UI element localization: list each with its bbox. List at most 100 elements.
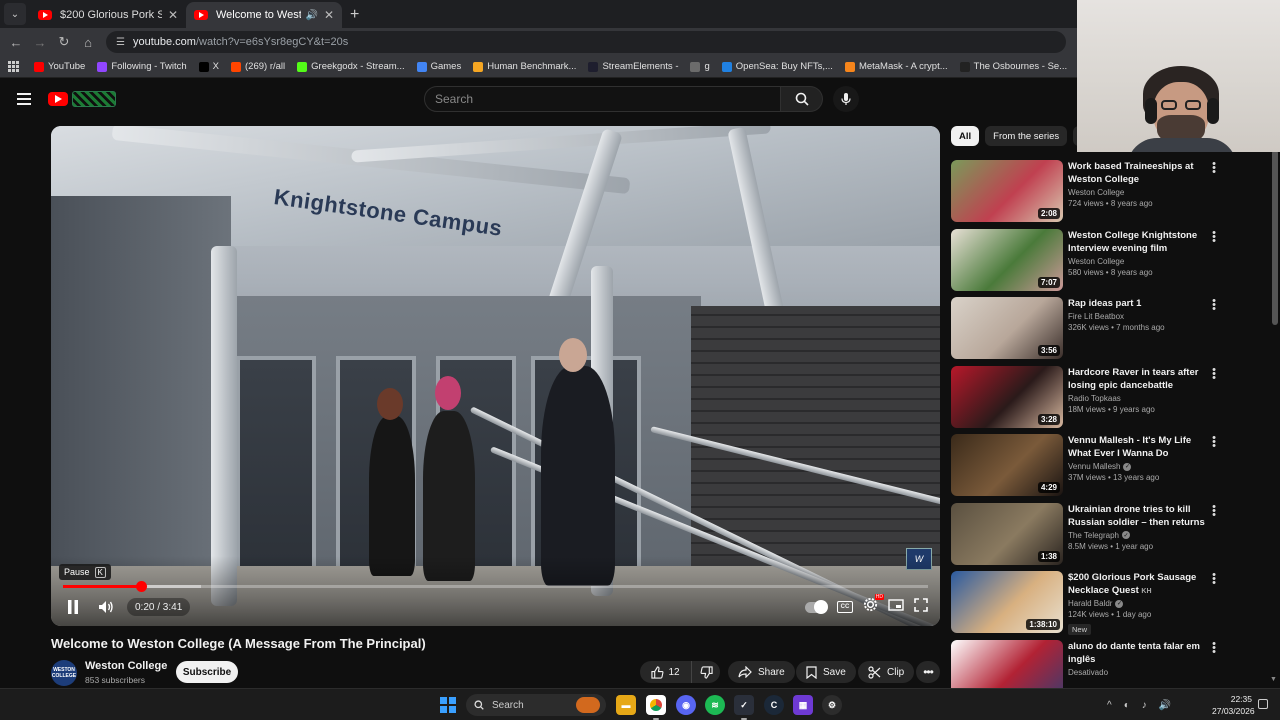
- recommendation-title[interactable]: Ukrainian drone tries to kill Russian so…: [1068, 503, 1208, 529]
- mute-button[interactable]: [95, 598, 117, 616]
- chip-from-the-series[interactable]: From the series: [985, 126, 1068, 146]
- apps-grid-icon[interactable]: [8, 60, 20, 73]
- voice-search-button[interactable]: [833, 86, 859, 112]
- recommendation-title[interactable]: $200 Glorious Pork Sausage Necklace Ques…: [1068, 571, 1208, 597]
- subscribe-button[interactable]: Subscribe: [176, 661, 238, 683]
- recommendation-title[interactable]: Work based Traineeships at Weston Colleg…: [1068, 160, 1208, 186]
- bookmark-item[interactable]: g: [690, 61, 710, 72]
- subtitles-icon[interactable]: CC: [837, 601, 853, 613]
- more-vertical-icon[interactable]: • • •: [1211, 433, 1217, 452]
- bookmark-item[interactable]: (269) r/all: [231, 61, 285, 72]
- recommendation-title[interactable]: Rap ideas part 1: [1068, 297, 1208, 310]
- video-thumbnail[interactable]: 4:29: [951, 434, 1063, 496]
- notifications-icon[interactable]: [1258, 699, 1268, 709]
- tab-search-button[interactable]: ⌄: [4, 3, 26, 25]
- channel-name[interactable]: Weston College: [85, 660, 167, 672]
- browser-tab-1[interactable]: Welcome to Weston College 🔊 ✕: [186, 2, 342, 28]
- channel-avatar[interactable]: WESTON COLLEGE: [51, 660, 77, 686]
- recommendation-item[interactable]: 7:07 Weston College Knightstone Interview…: [951, 227, 1271, 298]
- more-vertical-icon[interactable]: • • •: [1211, 296, 1217, 315]
- more-vertical-icon[interactable]: • • •: [1211, 638, 1217, 657]
- system-clock[interactable]: 22:35 27/03/2026: [1212, 693, 1255, 717]
- recommendation-channel[interactable]: The Telegraph ✓: [1068, 531, 1208, 540]
- recommendation-item[interactable]: 2:08 Work based Traineeships at Weston Co…: [951, 159, 1271, 229]
- recommendation-item[interactable]: 1:38:10 $200 Glorious Pork Sausage Neckla…: [951, 570, 1271, 640]
- youtube-logo-icon[interactable]: [48, 92, 68, 106]
- spotify-icon[interactable]: ≋: [705, 695, 725, 715]
- video-thumbnail[interactable]: 7:07: [951, 228, 1063, 291]
- bookmark-item[interactable]: MetaMask - A crypt...: [844, 61, 948, 72]
- more-vertical-icon[interactable]: • • •: [1211, 501, 1217, 520]
- video-thumbnail[interactable]: 1:38:10: [951, 571, 1063, 633]
- bookmark-item[interactable]: YouTube: [34, 61, 85, 72]
- video-player[interactable]: Knightstone Campus W Pause K: [51, 126, 940, 626]
- scroll-down-arrow-icon[interactable]: ▼: [1270, 676, 1277, 683]
- bookmark-item[interactable]: Human Benchmark...: [473, 61, 576, 72]
- settings-app-icon[interactable]: ⚙: [822, 695, 842, 715]
- forward-arrow-icon[interactable]: →: [28, 35, 52, 50]
- autoplay-toggle[interactable]: [805, 599, 828, 614]
- recommendation-title[interactable]: Hardcore Raver in tears after losing epi…: [1068, 366, 1208, 392]
- recommendation-title[interactable]: Vennu Mallesh - It's My Life What Ever I…: [1068, 434, 1208, 460]
- settings-button[interactable]: HD: [863, 594, 884, 617]
- more-vertical-icon[interactable]: • • •: [1211, 364, 1217, 383]
- reload-icon[interactable]: ↻: [52, 34, 76, 50]
- speaker-icon[interactable]: 🔊: [305, 10, 317, 21]
- recommendation-item[interactable]: 3:56 Rap ideas part 1 Fire Lit Beatbox 326K…: [951, 296, 1271, 366]
- menu-icon[interactable]: [17, 93, 31, 105]
- grid-app-icon[interactable]: ▦: [793, 695, 813, 715]
- recommendation-item[interactable]: 1:38 Ukrainian drone tries to kill Russia…: [951, 501, 1271, 572]
- bookmark-item[interactable]: Following - Twitch: [97, 61, 187, 72]
- video-thumbnail[interactable]: 3:28: [951, 365, 1063, 428]
- chevron-up-icon[interactable]: ^: [1107, 700, 1112, 711]
- discord-icon[interactable]: ◉: [676, 695, 696, 715]
- bookmark-item[interactable]: Games: [416, 61, 461, 72]
- browser-tab-0[interactable]: $200 Glorious Pork Sausage Ne ✕: [30, 2, 186, 28]
- video-thumbnail[interactable]: 1:38: [951, 502, 1063, 565]
- recommendation-title[interactable]: aluno do dante tenta falar em inglês: [1068, 640, 1208, 666]
- more-vertical-icon[interactable]: • • •: [1211, 570, 1217, 589]
- search-button[interactable]: [781, 86, 823, 112]
- url-bar[interactable]: ☰ youtube.com/watch?v=e6sYsr8egCY&t=20s: [106, 31, 1066, 53]
- recommendation-item[interactable]: 3:28 Hardcore Raver in tears after losing…: [951, 364, 1271, 435]
- recommendation-channel[interactable]: Fire Lit Beatbox: [1068, 312, 1208, 321]
- bookmark-item[interactable]: OpenSea: Buy NFTs,...: [721, 61, 833, 72]
- recommendation-title[interactable]: Weston College Knightstone Interview eve…: [1068, 229, 1208, 255]
- bookmark-item[interactable]: StreamElements -: [588, 61, 678, 72]
- bookmark-item[interactable]: X: [198, 61, 219, 72]
- video-thumbnail[interactable]: 3:56: [951, 297, 1063, 359]
- more-vertical-icon[interactable]: • • •: [1211, 227, 1217, 246]
- back-arrow-icon[interactable]: ←: [4, 35, 28, 50]
- new-tab-button[interactable]: +: [350, 6, 359, 24]
- file-explorer-icon[interactable]: ▬: [616, 695, 636, 715]
- video-thumbnail[interactable]: 2:08: [951, 160, 1063, 222]
- progress-bar[interactable]: [63, 581, 928, 592]
- search-input[interactable]: [435, 92, 780, 106]
- recommendation-item[interactable]: 4:29 Vennu Mallesh - It's My Life What Ev…: [951, 433, 1271, 503]
- taskbar-search[interactable]: Search: [466, 694, 606, 716]
- site-info-icon[interactable]: ☰: [116, 37, 125, 48]
- bookmark-item[interactable]: Greekgodx - Stream...: [297, 61, 405, 72]
- miniplayer-button[interactable]: [888, 598, 904, 616]
- recommendation-channel[interactable]: Harald Baldr ✓: [1068, 599, 1208, 608]
- streaming-app-icon[interactable]: ✓: [734, 695, 754, 720]
- save-button[interactable]: Save: [796, 661, 856, 683]
- more-actions-button[interactable]: •••: [916, 661, 940, 683]
- home-icon[interactable]: ⌂: [76, 35, 100, 50]
- recommendation-channel[interactable]: Weston College: [1068, 188, 1208, 197]
- clip-button[interactable]: Clip: [858, 661, 915, 683]
- logo-doodle[interactable]: [72, 91, 116, 107]
- more-vertical-icon[interactable]: • • •: [1211, 159, 1217, 178]
- recommendation-channel[interactable]: Weston College: [1068, 257, 1208, 266]
- fullscreen-button[interactable]: [914, 597, 928, 617]
- volume-icon[interactable]: 🔊: [1159, 700, 1171, 711]
- bookmark-item[interactable]: The Osbournes - Se...: [959, 61, 1067, 72]
- sidebar-scrollbar[interactable]: [1272, 150, 1278, 325]
- network-icon[interactable]: ◐: [1124, 700, 1130, 711]
- dislike-button[interactable]: [692, 661, 720, 683]
- close-icon[interactable]: ✕: [324, 8, 334, 22]
- chip-all[interactable]: All: [951, 126, 980, 146]
- microphone-icon[interactable]: ♪: [1142, 700, 1147, 711]
- recommendation-channel[interactable]: Vennu Mallesh ✓: [1068, 462, 1208, 471]
- close-icon[interactable]: ✕: [168, 8, 178, 22]
